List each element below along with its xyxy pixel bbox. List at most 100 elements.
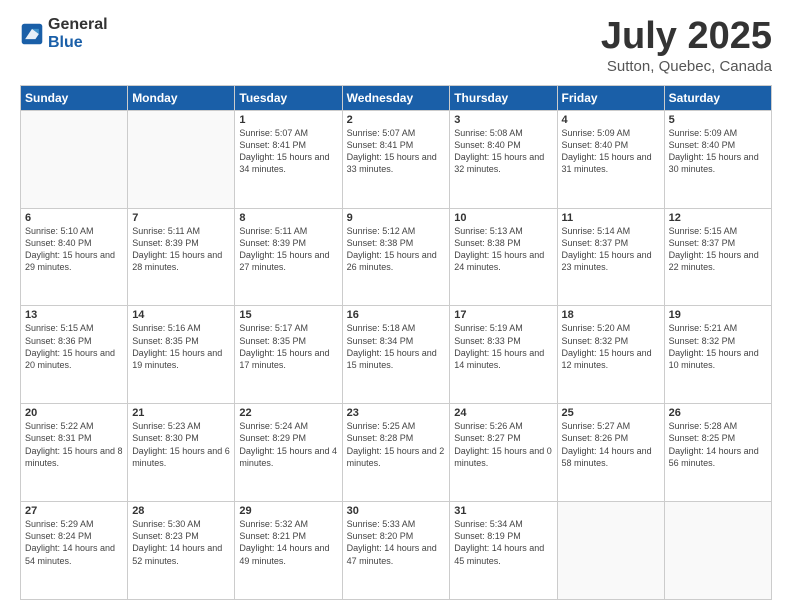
day-info: Sunrise: 5:17 AM Sunset: 8:35 PM Dayligh… [239,322,337,371]
table-row: 6Sunrise: 5:10 AM Sunset: 8:40 PM Daylig… [21,208,128,306]
table-row: 22Sunrise: 5:24 AM Sunset: 8:29 PM Dayli… [235,404,342,502]
table-row: 7Sunrise: 5:11 AM Sunset: 8:39 PM Daylig… [128,208,235,306]
day-info: Sunrise: 5:29 AM Sunset: 8:24 PM Dayligh… [25,518,123,567]
day-number: 24 [454,407,552,419]
day-info: Sunrise: 5:32 AM Sunset: 8:21 PM Dayligh… [239,518,337,567]
table-row: 1Sunrise: 5:07 AM Sunset: 8:41 PM Daylig… [235,110,342,208]
day-number: 22 [239,407,337,419]
table-row: 28Sunrise: 5:30 AM Sunset: 8:23 PM Dayli… [128,502,235,600]
day-info: Sunrise: 5:13 AM Sunset: 8:38 PM Dayligh… [454,225,552,274]
day-info: Sunrise: 5:15 AM Sunset: 8:36 PM Dayligh… [25,322,123,371]
col-saturday: Saturday [664,85,771,110]
day-info: Sunrise: 5:22 AM Sunset: 8:31 PM Dayligh… [25,420,123,469]
day-info: Sunrise: 5:12 AM Sunset: 8:38 PM Dayligh… [347,225,446,274]
col-monday: Monday [128,85,235,110]
day-number: 28 [132,505,230,517]
table-row: 23Sunrise: 5:25 AM Sunset: 8:28 PM Dayli… [342,404,450,502]
day-info: Sunrise: 5:09 AM Sunset: 8:40 PM Dayligh… [562,127,660,176]
day-number: 30 [347,505,446,517]
day-info: Sunrise: 5:20 AM Sunset: 8:32 PM Dayligh… [562,322,660,371]
day-number: 19 [669,309,767,321]
table-row: 16Sunrise: 5:18 AM Sunset: 8:34 PM Dayli… [342,306,450,404]
day-number: 12 [669,212,767,224]
table-row: 12Sunrise: 5:15 AM Sunset: 8:37 PM Dayli… [664,208,771,306]
table-row: 9Sunrise: 5:12 AM Sunset: 8:38 PM Daylig… [342,208,450,306]
day-number: 1 [239,114,337,126]
day-number: 23 [347,407,446,419]
table-row [557,502,664,600]
day-info: Sunrise: 5:07 AM Sunset: 8:41 PM Dayligh… [239,127,337,176]
day-number: 11 [562,212,660,224]
page-header: General Blue July 2025 Sutton, Quebec, C… [20,16,772,75]
day-info: Sunrise: 5:27 AM Sunset: 8:26 PM Dayligh… [562,420,660,469]
day-number: 25 [562,407,660,419]
logo-icon [20,22,44,46]
day-info: Sunrise: 5:30 AM Sunset: 8:23 PM Dayligh… [132,518,230,567]
table-row: 10Sunrise: 5:13 AM Sunset: 8:38 PM Dayli… [450,208,557,306]
day-info: Sunrise: 5:24 AM Sunset: 8:29 PM Dayligh… [239,420,337,469]
day-number: 16 [347,309,446,321]
location: Sutton, Quebec, Canada [601,58,772,75]
day-number: 10 [454,212,552,224]
calendar-week-2: 6Sunrise: 5:10 AM Sunset: 8:40 PM Daylig… [21,208,772,306]
calendar-week-5: 27Sunrise: 5:29 AM Sunset: 8:24 PM Dayli… [21,502,772,600]
col-sunday: Sunday [21,85,128,110]
day-info: Sunrise: 5:26 AM Sunset: 8:27 PM Dayligh… [454,420,552,469]
table-row: 21Sunrise: 5:23 AM Sunset: 8:30 PM Dayli… [128,404,235,502]
calendar-week-4: 20Sunrise: 5:22 AM Sunset: 8:31 PM Dayli… [21,404,772,502]
logo: General Blue [20,16,108,51]
table-row: 30Sunrise: 5:33 AM Sunset: 8:20 PM Dayli… [342,502,450,600]
day-info: Sunrise: 5:15 AM Sunset: 8:37 PM Dayligh… [669,225,767,274]
day-info: Sunrise: 5:19 AM Sunset: 8:33 PM Dayligh… [454,322,552,371]
day-info: Sunrise: 5:28 AM Sunset: 8:25 PM Dayligh… [669,420,767,469]
calendar-header-row: Sunday Monday Tuesday Wednesday Thursday… [21,85,772,110]
day-info: Sunrise: 5:16 AM Sunset: 8:35 PM Dayligh… [132,322,230,371]
day-number: 6 [25,212,123,224]
month-title: July 2025 [601,16,772,58]
day-number: 26 [669,407,767,419]
table-row: 24Sunrise: 5:26 AM Sunset: 8:27 PM Dayli… [450,404,557,502]
table-row: 3Sunrise: 5:08 AM Sunset: 8:40 PM Daylig… [450,110,557,208]
title-block: July 2025 Sutton, Quebec, Canada [601,16,772,75]
day-number: 15 [239,309,337,321]
day-info: Sunrise: 5:10 AM Sunset: 8:40 PM Dayligh… [25,225,123,274]
day-info: Sunrise: 5:21 AM Sunset: 8:32 PM Dayligh… [669,322,767,371]
col-tuesday: Tuesday [235,85,342,110]
day-number: 13 [25,309,123,321]
table-row: 31Sunrise: 5:34 AM Sunset: 8:19 PM Dayli… [450,502,557,600]
table-row: 13Sunrise: 5:15 AM Sunset: 8:36 PM Dayli… [21,306,128,404]
table-row: 25Sunrise: 5:27 AM Sunset: 8:26 PM Dayli… [557,404,664,502]
table-row: 19Sunrise: 5:21 AM Sunset: 8:32 PM Dayli… [664,306,771,404]
table-row: 14Sunrise: 5:16 AM Sunset: 8:35 PM Dayli… [128,306,235,404]
col-friday: Friday [557,85,664,110]
day-number: 27 [25,505,123,517]
calendar-table: Sunday Monday Tuesday Wednesday Thursday… [20,85,772,600]
day-number: 20 [25,407,123,419]
table-row: 11Sunrise: 5:14 AM Sunset: 8:37 PM Dayli… [557,208,664,306]
day-number: 21 [132,407,230,419]
day-number: 29 [239,505,337,517]
day-number: 31 [454,505,552,517]
day-info: Sunrise: 5:07 AM Sunset: 8:41 PM Dayligh… [347,127,446,176]
table-row: 8Sunrise: 5:11 AM Sunset: 8:39 PM Daylig… [235,208,342,306]
logo-blue-text: Blue [48,34,108,52]
table-row: 29Sunrise: 5:32 AM Sunset: 8:21 PM Dayli… [235,502,342,600]
logo-general-text: General [48,16,108,34]
table-row: 20Sunrise: 5:22 AM Sunset: 8:31 PM Dayli… [21,404,128,502]
calendar-week-1: 1Sunrise: 5:07 AM Sunset: 8:41 PM Daylig… [21,110,772,208]
calendar-week-3: 13Sunrise: 5:15 AM Sunset: 8:36 PM Dayli… [21,306,772,404]
table-row: 18Sunrise: 5:20 AM Sunset: 8:32 PM Dayli… [557,306,664,404]
table-row: 15Sunrise: 5:17 AM Sunset: 8:35 PM Dayli… [235,306,342,404]
day-number: 14 [132,309,230,321]
day-number: 18 [562,309,660,321]
table-row: 4Sunrise: 5:09 AM Sunset: 8:40 PM Daylig… [557,110,664,208]
day-info: Sunrise: 5:25 AM Sunset: 8:28 PM Dayligh… [347,420,446,469]
day-info: Sunrise: 5:11 AM Sunset: 8:39 PM Dayligh… [239,225,337,274]
day-number: 3 [454,114,552,126]
day-number: 2 [347,114,446,126]
table-row: 27Sunrise: 5:29 AM Sunset: 8:24 PM Dayli… [21,502,128,600]
table-row: 5Sunrise: 5:09 AM Sunset: 8:40 PM Daylig… [664,110,771,208]
col-thursday: Thursday [450,85,557,110]
day-number: 9 [347,212,446,224]
day-info: Sunrise: 5:18 AM Sunset: 8:34 PM Dayligh… [347,322,446,371]
